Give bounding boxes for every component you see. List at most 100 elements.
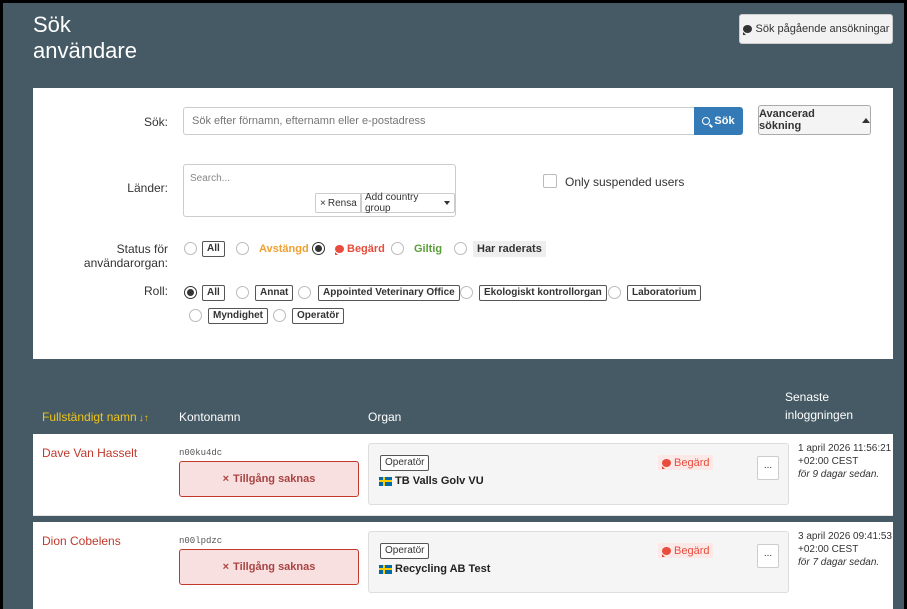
status-option-suspended[interactable]: Avstängd [259,241,309,257]
account-name: n00lpdzc [179,536,223,546]
advanced-search-button[interactable]: Avancerad sökning [758,105,871,135]
account-name: n00ku4dc [179,448,223,458]
no-access-label: Tillgång saknas [233,473,316,485]
role-option-operator[interactable]: Operatör [292,308,345,324]
advanced-search-label: Avancerad sökning [759,108,815,132]
column-organ: Organ [368,410,402,424]
column-last-login-line2: inloggningen [785,408,854,422]
close-icon: × [222,473,230,485]
role-radio-vet-office[interactable] [298,286,311,299]
organ-name-label: TB Valls Golv VU [395,475,484,487]
sweden-flag-icon [379,476,392,486]
status-option-requested-label: Begärd [347,243,385,255]
no-access-label: Tillgång saknas [233,561,316,573]
organ-name-label: Recycling AB Test [395,563,491,575]
status-option-deleted[interactable]: Har raderats [473,241,546,257]
clear-label: Rensa [327,197,357,209]
user-name-link[interactable]: Dion Cobelens [42,534,121,548]
sort-icon: ↓↑ [138,413,149,424]
only-suspended-label: Only suspended users [565,175,685,189]
role-radio-operator[interactable] [273,309,286,322]
role-radio-all[interactable] [184,286,197,299]
comment-icon [742,25,752,35]
last-login: 1 april 2026 11:56:21 +02:00 CEST för 9 … [798,442,891,481]
page-title-line1: Sök [33,12,71,37]
caret-up-icon [862,117,870,123]
close-icon: × [320,197,326,209]
role-radio-laboratory[interactable] [608,286,621,299]
status-filter-label: Status för användarorgan: [83,242,168,270]
search-input[interactable] [183,107,695,135]
more-options-button[interactable]: ... [757,544,779,568]
country-select[interactable]: Search... × Rensa Add country group [183,164,456,217]
search-button[interactable]: Sök [694,107,743,135]
organ-card: Operatör Recycling AB Test Begärd [368,531,789,593]
ongoing-applications-label: Sök pågående ansökningar [755,23,890,35]
role-option-vet-office[interactable]: Appointed Veterinary Office [318,285,460,301]
page-title: Sök användare [33,12,137,64]
last-login: 3 april 2026 09:41:53 +02:00 CEST för 7 … [798,530,892,569]
role-option-laboratory[interactable]: Laboratorium [627,285,702,301]
search-icon [702,117,711,125]
role-badge: Operatör [380,543,430,559]
status-option-valid[interactable]: Giltig [414,241,442,257]
add-country-group-label: Add country group [365,192,419,214]
no-access-badge: × Tillgång saknas [179,461,359,497]
role-option-organic[interactable]: Ekologiskt kontrollorgan [479,285,607,301]
status-radio-valid[interactable] [391,242,404,255]
chevron-down-icon [444,201,450,205]
search-label: Sök: [143,115,168,129]
status-label: Begärd [674,456,710,469]
status-radio-suspended[interactable] [236,242,249,255]
last-login-date: 1 april 2026 11:56:21 [798,443,892,454]
comment-icon [335,245,344,255]
more-options-button[interactable]: ... [757,456,779,480]
column-last-login-line1: Senaste [785,390,830,404]
table-header: Fullständigt namn ↓↑ Kontonamn Organ Sena… [33,378,893,434]
comment-icon [662,458,671,469]
comment-icon [662,546,671,557]
role-radio-authority[interactable] [189,309,202,322]
role-radio-organic[interactable] [460,286,473,299]
role-badge: Operatör [380,455,430,471]
column-full-name-label: Fullständigt namn [42,410,137,424]
sweden-flag-icon [379,564,392,574]
status-radio-deleted[interactable] [454,242,467,255]
only-suspended-checkbox[interactable] [543,174,557,188]
role-option-all[interactable]: All [202,285,225,301]
table-row: Dion Cobelens n00lpdzc × Tillgång saknas… [33,522,893,609]
search-button-label: Sök [714,115,735,127]
last-login-timezone: +02:00 CEST [798,456,859,467]
search-panel: Sök: Sök Avancerad sökning Länder: Searc… [33,88,893,359]
status-radio-all[interactable] [184,242,197,255]
page-title-line2: användare [33,38,137,63]
role-option-authority[interactable]: Myndighet [208,308,268,324]
organ-card: Operatör TB Valls Golv VU Begärd [368,443,789,505]
role-option-other[interactable]: Annat [255,285,294,301]
status-option-all[interactable]: All [202,241,225,257]
user-name-link[interactable]: Dave Van Hasselt [42,446,137,460]
last-login-ago: för 9 dagar sedan. [798,469,880,480]
countries-label: Länder: [127,181,168,195]
no-access-badge: × Tillgång saknas [179,549,359,585]
table-row: Dave Van Hasselt n00ku4dc × Tillgång sak… [33,434,893,516]
status-radio-requested[interactable] [312,242,325,255]
status-badge: Begärd [658,455,714,470]
last-login-ago: för 7 dagar sedan. [798,557,880,568]
ongoing-applications-button[interactable]: Sök pågående ansökningar [739,14,893,44]
column-account: Kontonamn [179,410,241,424]
status-label: Begärd [674,544,710,557]
add-country-group-button[interactable]: Add country group [360,192,455,214]
status-option-requested[interactable]: Begärd [335,241,385,257]
role-radio-other[interactable] [236,286,249,299]
close-icon: × [222,561,230,573]
country-search-input[interactable]: Search... [190,173,230,184]
column-full-name[interactable]: Fullständigt namn ↓↑ [42,410,149,424]
organ-name: Recycling AB Test [379,563,490,575]
last-login-timezone: +02:00 CEST [798,544,859,555]
last-login-date: 3 april 2026 09:41:53 [798,531,892,542]
clear-countries-button[interactable]: × Rensa [315,193,362,213]
role-filter-label: Roll: [143,284,168,298]
organ-name: TB Valls Golv VU [379,475,484,487]
status-badge: Begärd [658,543,714,558]
